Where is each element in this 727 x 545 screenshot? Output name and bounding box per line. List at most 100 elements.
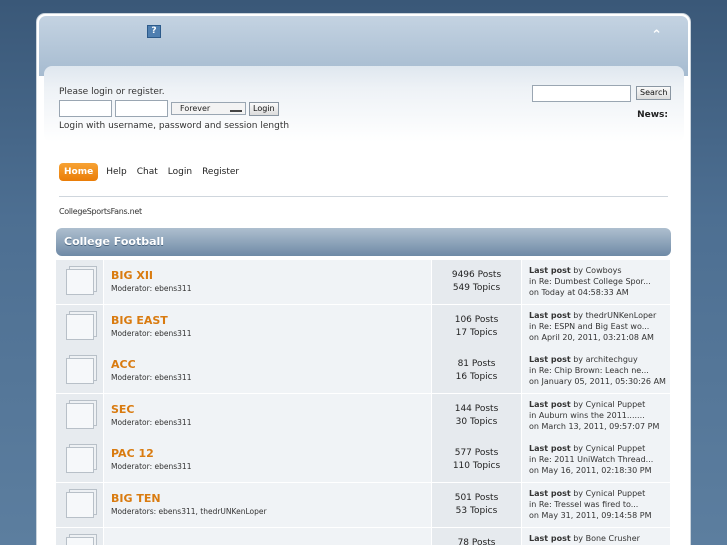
post-count: 81 Posts [457,359,496,370]
login-form: Forever Login [59,100,279,117]
board-icon[interactable] [56,527,104,545]
main-menu: Home Help Chat Login Register [59,163,241,181]
menu-help[interactable]: Help [104,164,129,180]
search-button[interactable]: Search [636,86,672,100]
last-post-author[interactable]: by architechguy [571,355,637,364]
board-name[interactable]: BIG EAST [111,314,424,327]
board-stats: 78 Posts [432,527,522,545]
last-post: Last post by thedrUNKenLoper in Re: ESPN… [522,304,670,349]
board-moderator: Moderator: ebens311 [111,462,192,472]
password-field[interactable] [115,100,168,117]
login-button[interactable]: Login [249,101,279,116]
board-icon[interactable] [56,260,104,304]
menu-chat[interactable]: Chat [135,164,160,180]
last-post-label: Last post [529,266,571,275]
board-name[interactable]: ACC [111,358,424,371]
board-moderator: Moderator: ebens311 [111,284,192,293]
board-name[interactable]: BIG XII [111,269,424,282]
last-post-label: Last post [529,488,571,498]
board-name[interactable]: SEC [111,403,424,416]
menu-home[interactable]: Home [59,163,99,181]
last-post-author[interactable]: by Bone Crusher [571,534,640,543]
post-count: 501 Posts [454,492,499,503]
board-stats: 106 Posts 17 Topics [432,304,522,349]
board-row: BIG EAST Moderator: ebens311 106 Posts 1… [56,304,671,349]
last-post: Last post by Cynical Puppet in Re: Tress… [522,482,670,527]
last-post-author[interactable]: by thedrUNKenLoper [571,311,656,320]
post-count: 106 Posts [454,314,499,325]
board-icon[interactable] [56,438,104,483]
last-post-author[interactable]: by Cynical Puppet [571,444,645,453]
last-post-topic[interactable]: in Re: 2011 UniWatch Thread... [529,454,663,465]
board-moderator: Moderator: ebens311 [111,417,192,427]
board-row: SEC Moderator: ebens311 144 Posts 30 Top… [56,393,671,438]
topic-count: 30 Topics [455,416,498,427]
topic-count: 16 Topics [455,372,498,383]
last-post-topic[interactable]: in Re: ESPN and Big East wo... [529,321,663,332]
last-post-author[interactable]: by Cynical Puppet [571,489,645,498]
last-post-time: on April 20, 2011, 03:21:08 AM [529,332,654,342]
board-info: ACC Moderator: ebens311 [104,349,432,394]
board-row: 78 Posts Last post by Bone Crusher [56,527,671,545]
post-count: 78 Posts [457,537,496,545]
last-post-author[interactable]: by Cynical Puppet [571,400,645,409]
board-icon[interactable] [56,304,104,349]
username-field[interactable] [59,100,112,117]
help-icon[interactable]: ? [147,25,161,38]
search-input[interactable] [532,85,631,102]
topic-count: 53 Topics [455,505,498,516]
board-row: PAC 12 Moderator: ebens311 577 Posts 110… [56,438,671,483]
last-post-label: Last post [529,310,571,320]
category-header[interactable]: College Football [56,228,671,256]
board-row: BIG XII Moderator: ebens311 9496 Posts 5… [56,260,671,304]
divider [59,196,668,197]
post-count: 9496 Posts [451,270,502,280]
last-post: Last post by Bone Crusher [522,527,670,545]
last-post-topic[interactable]: in Re: Tressel was fired to... [529,499,663,510]
last-post-time: on May 31, 2011, 09:14:58 PM [529,510,652,520]
board-name[interactable]: PAC 12 [111,447,424,460]
menu-register[interactable]: Register [200,164,241,180]
last-post-author[interactable]: by Cowboys [571,266,621,275]
post-count: 144 Posts [454,403,499,414]
post-count: 577 Posts [454,448,499,459]
board-stats: 81 Posts 16 Topics [432,349,522,394]
board-info: BIG TEN Moderators: ebens311, thedrUNKen… [104,482,432,527]
forum-wrapper: ? ⌃ Please login or register. Forever Lo… [37,14,690,545]
collapse-header-icon[interactable]: ⌃ [651,28,662,43]
board-stats: 144 Posts 30 Topics [432,393,522,438]
breadcrumb[interactable]: CollegeSportsFans.net [59,207,142,216]
last-post-topic[interactable]: in Re: Chip Brown: Leach ne... [529,365,663,376]
board-info: BIG XII Moderator: ebens311 [104,260,432,304]
board-stats: 577 Posts 110 Topics [432,438,522,483]
login-prompt: Please login or register. [59,87,165,97]
last-post: Last post by architechguy in Re: Chip Br… [522,349,670,394]
board-icon[interactable] [56,482,104,527]
topic-count: 110 Topics [452,461,501,472]
board-info: PAC 12 Moderator: ebens311 [104,438,432,483]
board-moderator: Moderator: ebens311 [111,373,192,383]
last-post-time: on May 16, 2011, 02:18:30 PM [529,466,652,476]
last-post-time: on January 05, 2011, 05:30:26 AM [529,377,666,387]
last-post-topic[interactable]: in Re: Dumbest College Spor... [529,276,663,287]
board-info: BIG EAST Moderator: ebens311 [104,304,432,349]
last-post-time: on March 13, 2011, 09:57:07 PM [529,421,660,431]
session-length-select[interactable]: Forever [171,102,246,115]
last-post: Last post by Cynical Puppet in Auburn wi… [522,393,670,438]
board-icon[interactable] [56,393,104,438]
last-post: Last post by Cowboys in Re: Dumbest Coll… [522,260,670,304]
menu-login[interactable]: Login [166,164,194,180]
last-post-topic[interactable]: in Auburn wins the 2011....... [529,410,663,421]
board-stats: 9496 Posts 549 Topics [432,260,522,304]
last-post-label: Last post [529,444,571,454]
last-post: Last post by Cynical Puppet in Re: 2011 … [522,438,670,483]
login-hint: Login with username, password and sessio… [59,121,290,131]
board-icon[interactable] [56,349,104,394]
board-list: BIG XII Moderator: ebens311 9496 Posts 5… [56,260,671,545]
board-info: SEC Moderator: ebens311 [104,393,432,438]
topic-count: 17 Topics [455,327,498,338]
last-post-label: Last post [529,355,571,365]
board-info [104,527,432,545]
board-name[interactable]: BIG TEN [111,492,424,505]
dropdown-arrow-icon [230,106,242,112]
